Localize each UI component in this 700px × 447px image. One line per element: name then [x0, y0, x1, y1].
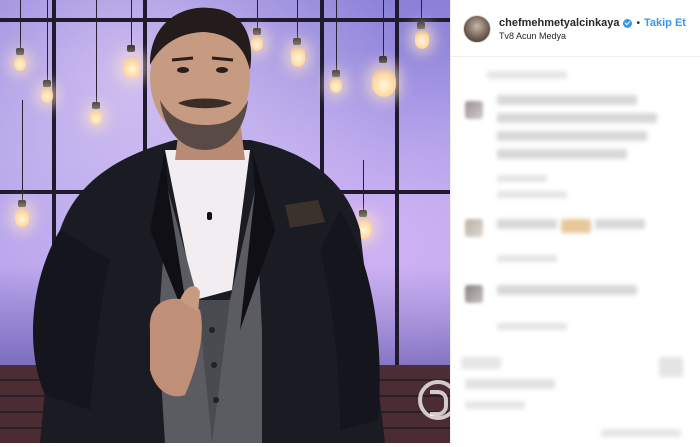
blurred-comment [497, 95, 637, 105]
tv8-watermark [418, 380, 450, 420]
instagram-post: chefmehmetyalcinkaya • Takip Et Tv8 Acun… [0, 0, 700, 443]
post-photo[interactable] [0, 0, 450, 443]
follow-button[interactable]: Takip Et [644, 17, 686, 29]
avatar[interactable] [463, 15, 491, 43]
blurred-bookmark [659, 357, 683, 377]
chef-portrait [33, 7, 385, 443]
blurred-avatar [465, 285, 483, 303]
blurred-meta [497, 191, 567, 198]
header-row: chefmehmetyalcinkaya • Takip Et [499, 17, 686, 29]
separator-dot: • [636, 17, 640, 29]
blurred-comment [497, 113, 657, 123]
verified-badge-icon [623, 18, 633, 28]
blurred-comment [497, 219, 557, 229]
blurred-footer [601, 429, 681, 437]
blurred-likes [465, 379, 555, 389]
blurred-meta [497, 255, 557, 262]
blurred-date [465, 401, 525, 409]
blurred-icon [461, 357, 501, 369]
blurred-avatar [465, 219, 483, 237]
post-side-panel: chefmehmetyalcinkaya • Takip Et Tv8 Acun… [450, 0, 700, 443]
blurred-comment [487, 71, 567, 79]
blurred-comment [497, 149, 627, 159]
post-header: chefmehmetyalcinkaya • Takip Et Tv8 Acun… [451, 0, 700, 57]
blurred-meta [497, 175, 547, 182]
blurred-comment [595, 219, 645, 229]
username-link[interactable]: chefmehmetyalcinkaya [499, 17, 619, 29]
comments-list-blurred [451, 57, 700, 447]
blurred-meta [497, 323, 567, 330]
blurred-avatar [465, 101, 483, 119]
header-text: chefmehmetyalcinkaya • Takip Et Tv8 Acun… [499, 17, 686, 41]
blurred-emoji [561, 219, 591, 233]
blurred-comment [497, 131, 647, 141]
location-link[interactable]: Tv8 Acun Medya [499, 31, 686, 41]
blurred-comment [497, 285, 637, 295]
